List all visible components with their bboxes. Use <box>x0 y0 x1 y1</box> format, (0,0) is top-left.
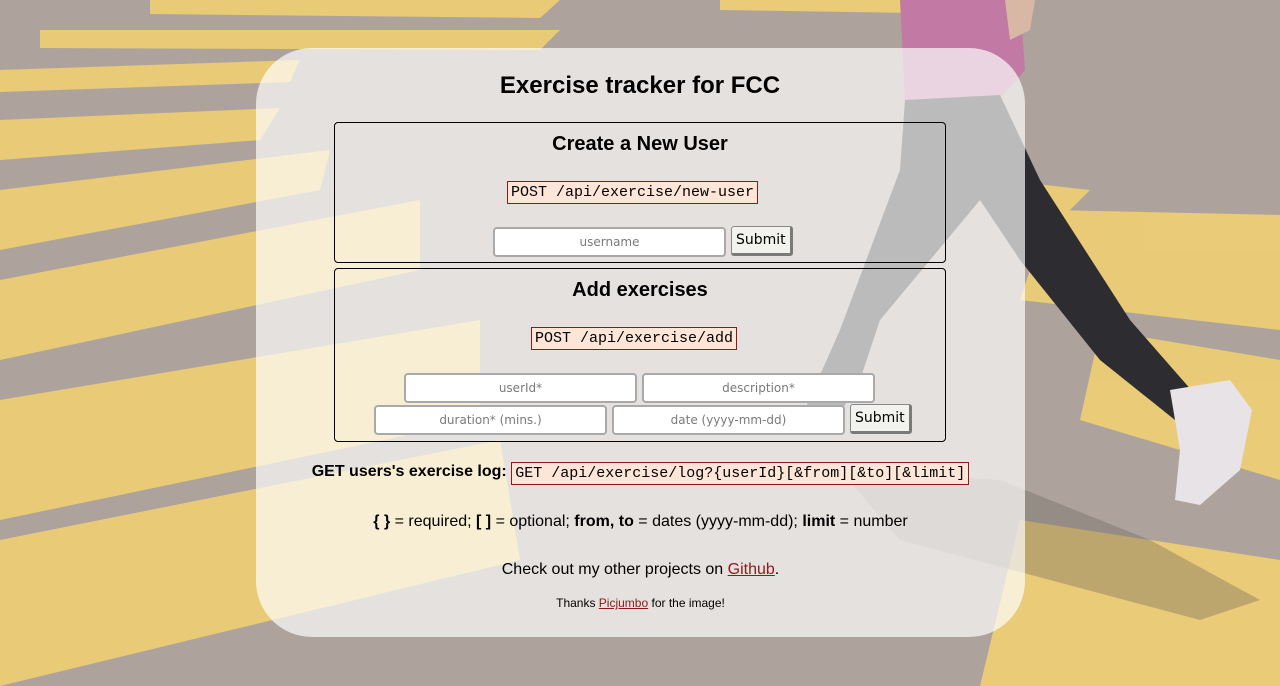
optional-symbol: [ ] <box>476 513 492 530</box>
required-symbol: { } <box>373 513 391 530</box>
log-label: GET users's exercise log: <box>311 463 507 480</box>
description-input[interactable] <box>642 373 875 403</box>
page-title: Exercise tracker for FCC <box>499 72 781 99</box>
dates-symbol: from, to <box>574 513 634 530</box>
add-exercise-submit-button[interactable]: Submit <box>850 404 912 434</box>
date-input[interactable] <box>612 405 845 435</box>
projects-line: Check out my other projects on Github. <box>256 561 1025 579</box>
limit-text: = number <box>835 513 908 530</box>
create-user-heading: Create a New User <box>552 133 728 155</box>
picjumbo-link[interactable]: Picjumbo <box>599 596 648 610</box>
userid-input[interactable] <box>404 373 637 403</box>
projects-suffix: . <box>774 561 780 578</box>
log-endpoint: GET /api/exercise/log?{userId}[&from][&t… <box>511 462 970 485</box>
required-text: = required; <box>390 513 477 530</box>
add-exercise-heading: Add exercises <box>572 279 708 301</box>
thanks-suffix: for the image! <box>648 596 725 610</box>
dates-text: = dates (yyyy-mm-dd); <box>633 513 803 530</box>
username-input[interactable] <box>493 227 726 257</box>
add-exercise-endpoint: POST /api/exercise/add <box>531 327 738 350</box>
projects-prefix: Check out my other projects on <box>501 561 728 578</box>
new-user-endpoint: POST /api/exercise/new-user <box>507 181 759 204</box>
thanks-prefix: Thanks <box>556 596 599 610</box>
parameter-legend: { } = required; [ ] = optional; from, to… <box>256 513 1025 531</box>
thanks-line: Thanks Picjumbo for the image! <box>256 596 1025 610</box>
github-link[interactable]: Github <box>728 561 775 578</box>
create-user-submit-button[interactable]: Submit <box>731 226 793 256</box>
log-line: GET users's exercise log: GET /api/exerc… <box>256 462 1025 485</box>
duration-input[interactable] <box>374 405 607 435</box>
limit-symbol: limit <box>802 513 836 530</box>
optional-text: = optional; <box>491 513 575 530</box>
